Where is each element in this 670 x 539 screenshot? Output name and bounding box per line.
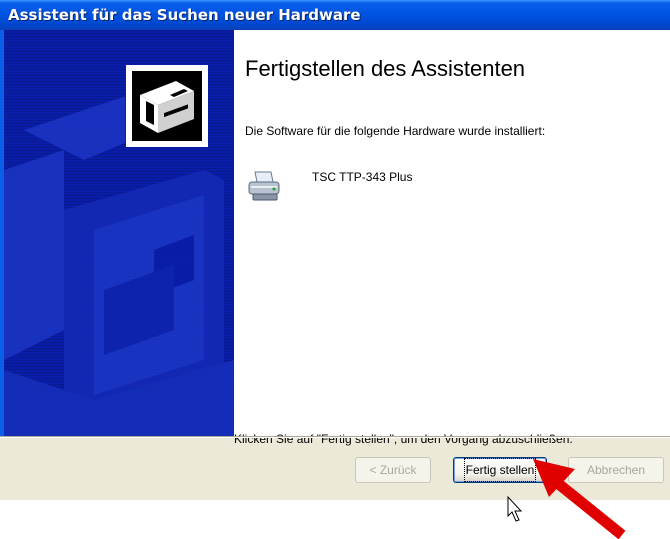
intro-text: Die Software für die folgende Hardware w… [245,124,546,138]
mouse-pointer-icon [507,496,523,522]
wizard-main-panel: Fertigstellen des Assistenten Die Softwa… [234,30,670,446]
window-title: Assistent für das Suchen neuer Hardware [8,6,361,24]
wizard-window: Assistent für das Suchen neuer Hardware [0,0,670,500]
page-title: Fertigstellen des Assistenten [245,56,526,81]
red-arrow-annotation-icon [533,459,626,539]
wizard-side-banner [4,30,234,436]
back-button[interactable]: < Zurück [355,457,431,483]
printer-icon [247,168,283,204]
button-divider [0,436,670,438]
finish-instructions: Klicken Sie auf "Fertig stellen", um den… [234,432,573,446]
wizard-content: Fertigstellen des Assistenten Die Softwa… [0,30,670,446]
device-name: TSC TTP-343 Plus [312,170,413,184]
title-bar[interactable]: Assistent für das Suchen neuer Hardware [0,0,670,30]
hardware-wizard-icon [125,64,209,148]
